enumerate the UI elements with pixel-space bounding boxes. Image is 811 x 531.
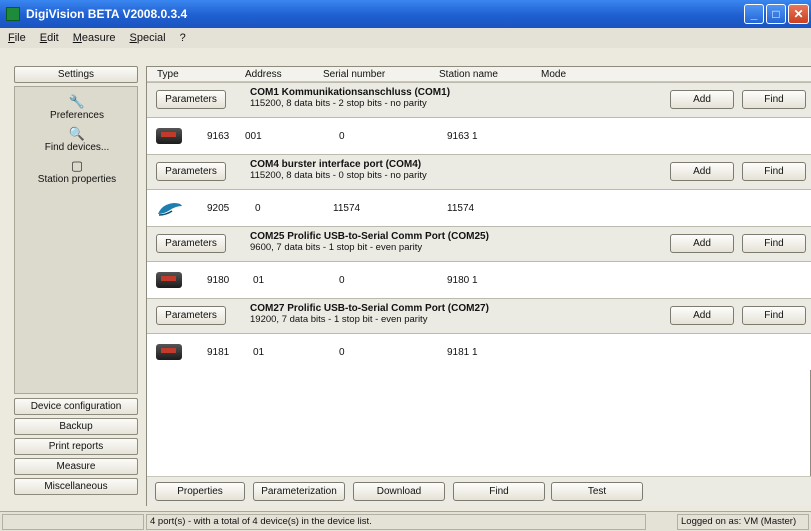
status-cell-empty [2,514,144,530]
device-station: 9163 1 [447,131,478,142]
table-row[interactable]: 9181 01 0 9181 1 [147,334,811,370]
find-button[interactable]: Find [742,306,806,325]
client-area: Settings 🔧 Preferences 🔍 Find devices...… [0,48,811,511]
port-title: COM27 Prolific USB-to-Serial Comm Port (… [250,303,489,314]
sidebar-item-label: Station properties [37,174,117,185]
minimize-button[interactable]: _ [744,4,764,24]
action-bar: Properties Parameterization Download Fin… [147,476,811,506]
find-button[interactable]: Find [742,162,806,181]
table-row[interactable]: 9180 01 0 9180 1 [147,262,811,298]
settings-button[interactable]: Settings [14,66,138,83]
sidebar-item-station-properties[interactable]: ▢ Station properties [15,158,139,186]
column-serial-number[interactable]: Serial number [323,69,385,80]
status-bar: 4 port(s) - with a total of 4 device(s) … [0,511,811,531]
device-station: 9180 1 [447,275,478,286]
device-list: Type Address Serial number Station name … [146,66,811,506]
close-button[interactable]: ✕ [788,4,809,24]
sidebar-item-preferences[interactable]: 🔧 Preferences [15,94,139,122]
device-type: 9163 [207,131,230,142]
parameterization-button[interactable]: Parameterization [253,482,345,501]
device-configuration-button[interactable]: Device configuration [14,398,138,415]
device-address: 01 [253,347,265,358]
window-title: DigiVision BETA V2008.0.3.4 [26,7,188,21]
port-row: Parameters COM4 burster interface port (… [147,154,811,190]
port-settings: 9600, 7 data bits - 1 stop bit - even pa… [250,242,423,253]
device-serial: 0 [339,347,345,358]
device-icon [156,272,182,288]
device-address: 001 [245,131,262,142]
properties-button[interactable]: Properties [155,482,245,501]
column-station-name[interactable]: Station name [439,69,498,80]
station-icon: ▢ [70,158,84,173]
maximize-button[interactable]: □ [766,4,786,24]
miscellaneous-button[interactable]: Miscellaneous [14,478,138,495]
menu-bar: File Edit Measure Special ? [0,28,811,48]
table-row[interactable]: 9205 0 11574 11574 [147,190,811,226]
column-address[interactable]: Address [245,69,282,80]
device-serial: 11574 [333,203,361,214]
add-button[interactable]: Add [670,162,734,181]
device-icon [156,128,182,144]
column-header: Type Address Serial number Station name … [147,67,811,82]
device-type: 9181 [207,347,230,358]
parameters-button[interactable]: Parameters [156,90,226,109]
sidebar: Settings 🔧 Preferences 🔍 Find devices...… [14,66,138,506]
port-settings: 19200, 7 data bits - 1 stop bit - even p… [250,314,428,325]
device-address: 0 [255,203,261,214]
port-title: COM25 Prolific USB-to-Serial Comm Port (… [250,231,489,242]
port-row: Parameters COM25 Prolific USB-to-Serial … [147,226,811,262]
device-serial: 0 [339,275,345,286]
download-button[interactable]: Download [353,482,445,501]
add-button[interactable]: Add [670,90,734,109]
parameters-button[interactable]: Parameters [156,162,226,181]
parameters-button[interactable]: Parameters [156,306,226,325]
port-row: Parameters COM1 Kommunikationsanschluss … [147,82,811,118]
port-settings: 115200, 8 data bits - 2 stop bits - no p… [250,98,427,109]
port-settings: 115200, 8 data bits - 0 stop bits - no p… [250,170,427,181]
sidebar-item-label: Preferences [50,110,104,121]
settings-panel: 🔧 Preferences 🔍 Find devices... ▢ Statio… [14,86,138,394]
app-icon [6,7,20,21]
magnifier-icon: 🔍 [68,126,86,141]
port-row: Parameters COM27 Prolific USB-to-Serial … [147,298,811,334]
backup-button[interactable]: Backup [14,418,138,435]
column-type[interactable]: Type [157,69,179,80]
device-address: 01 [253,275,265,286]
title-bar: DigiVision BETA V2008.0.3.4 _ □ ✕ [0,0,811,28]
port-title: COM4 burster interface port (COM4) [250,159,422,170]
device-type: 9205 [207,203,230,214]
parameters-button[interactable]: Parameters [156,234,226,253]
find-devices-button[interactable]: Find [453,482,545,501]
mouse-icon [156,200,182,216]
measure-button[interactable]: Measure [14,458,138,475]
menu-file[interactable]: File [8,32,26,44]
table-row[interactable]: 9163 001 0 9163 1 [147,118,811,154]
sidebar-item-label: Find devices... [44,142,110,153]
logged-on-user: Logged on as: VM (Master) [677,514,809,530]
find-button[interactable]: Find [742,90,806,109]
device-station: 11574 [447,203,475,214]
add-button[interactable]: Add [670,306,734,325]
sidebar-item-find-devices[interactable]: 🔍 Find devices... [15,126,139,154]
find-button[interactable]: Find [742,234,806,253]
print-reports-button[interactable]: Print reports [14,438,138,455]
add-button[interactable]: Add [670,234,734,253]
menu-measure[interactable]: Measure [73,32,116,44]
menu-edit[interactable]: Edit [40,32,59,44]
device-serial: 0 [339,131,345,142]
device-type: 9180 [207,275,230,286]
menu-help[interactable]: ? [180,32,186,44]
menu-special[interactable]: Special [130,32,166,44]
wrench-icon: 🔧 [68,94,86,109]
device-station: 9181 1 [447,347,478,358]
test-button[interactable]: Test [551,482,643,501]
device-icon [156,344,182,360]
column-mode[interactable]: Mode [541,69,566,80]
status-message: 4 port(s) - with a total of 4 device(s) … [146,514,646,530]
port-title: COM1 Kommunikationsanschluss (COM1) [250,87,451,98]
